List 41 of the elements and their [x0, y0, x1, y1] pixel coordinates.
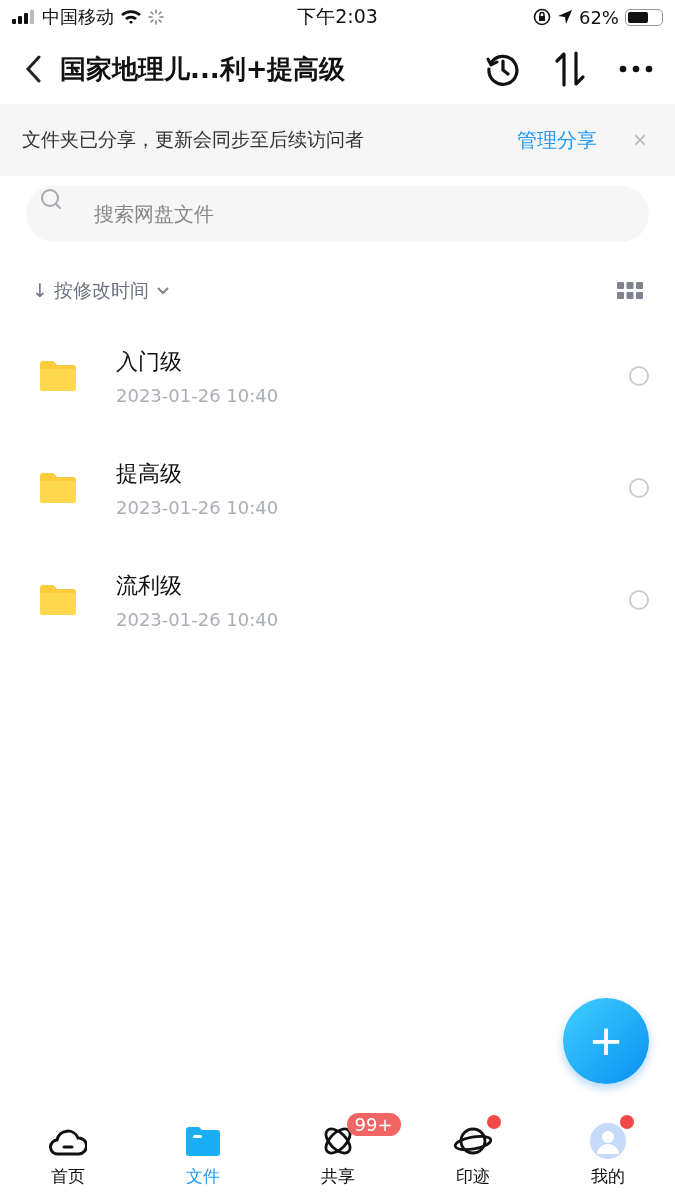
carrier-name: 中国移动 — [42, 5, 114, 29]
clock-time: 下午2:03 — [297, 4, 378, 29]
rotation-lock-icon — [532, 8, 551, 26]
back-icon[interactable] — [24, 55, 42, 83]
location-arrow-icon — [556, 9, 573, 25]
folder-row[interactable]: 提高级 2023-01-26 10:40 — [0, 432, 675, 544]
tab-item[interactable]: 我的 — [540, 1108, 675, 1200]
folder-title: 国家地理儿...利+提高级 — [60, 52, 347, 86]
battery-percent: 62% — [578, 6, 619, 28]
folder-name: 入门级 — [116, 347, 183, 376]
signal-icon — [12, 10, 36, 24]
wifi-icon — [120, 9, 142, 25]
tab-item[interactable]: 印迹 — [405, 1108, 540, 1200]
tab-item[interactable]: 首页 — [0, 1108, 135, 1200]
folder-name: 提高级 — [116, 459, 183, 488]
count-badge: 99+ — [346, 1112, 401, 1136]
select-radio[interactable] — [629, 478, 649, 498]
select-radio[interactable] — [629, 366, 649, 386]
share-notice-text: 文件夹已分享，更新会同步至后续访问者 — [22, 127, 365, 152]
loading-icon — [148, 9, 164, 25]
grid-view-icon[interactable] — [617, 282, 643, 300]
modified-date: 2023-01-26 10:40 — [116, 608, 280, 630]
folder-icon — [40, 473, 76, 503]
modified-date: 2023-01-26 10:40 — [116, 384, 280, 406]
search-field[interactable]: 搜索网盘文件 — [26, 186, 649, 242]
sort-arrows-icon[interactable] — [553, 51, 587, 87]
folder-icon — [185, 1125, 220, 1156]
search-icon — [40, 188, 64, 212]
chevron-down-icon[interactable] — [156, 287, 169, 295]
more-icon[interactable] — [619, 64, 653, 74]
tab-item[interactable]: 99+ 共享 — [270, 1108, 405, 1200]
select-radio[interactable] — [629, 590, 649, 610]
modified-date: 2023-01-26 10:40 — [116, 496, 280, 518]
sort-button[interactable]: ↓ 按修改时间 — [32, 278, 149, 304]
battery-icon — [625, 8, 663, 26]
folder-row[interactable]: 流利级 2023-01-26 10:40 — [0, 544, 675, 656]
folder-row[interactable]: 入门级 2023-01-26 10:40 — [0, 320, 675, 432]
folder-icon — [40, 585, 76, 615]
folder-name: 流利级 — [116, 571, 183, 600]
folder-icon — [40, 361, 76, 391]
avatar-icon — [589, 1122, 626, 1159]
